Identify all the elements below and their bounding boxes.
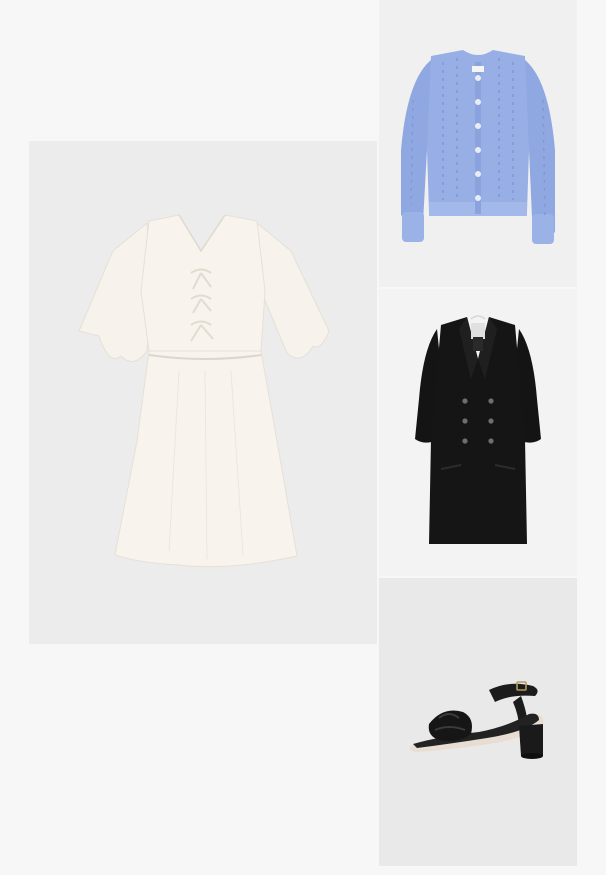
cardigan-image [401,50,555,244]
dress-image [78,214,330,568]
product-tile-coat[interactable] [379,289,577,576]
product-tile-cardigan[interactable] [379,0,577,287]
product-tile-sandal[interactable] [379,578,577,866]
product-tile-dress[interactable] [29,141,377,644]
coat-image [415,315,541,544]
sandal-image [409,681,544,759]
